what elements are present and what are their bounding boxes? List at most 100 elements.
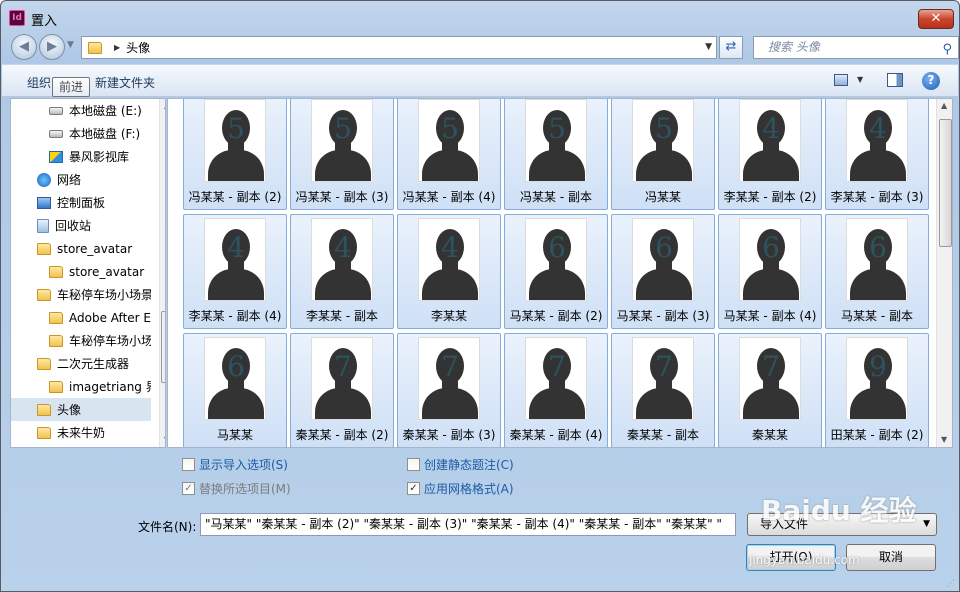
file-tile[interactable]: 4 李某某 xyxy=(397,214,501,329)
scroll-up-icon[interactable]: ▲ xyxy=(164,101,165,110)
file-name-label: 秦某某 - 副本 (2) xyxy=(295,428,389,442)
create-static-caption-checkbox[interactable]: 创建静态题注(C) xyxy=(407,456,514,473)
thumbnail-number: 6 xyxy=(869,231,887,264)
new-folder-button[interactable]: 新建文件夹 xyxy=(95,74,155,91)
file-tile[interactable]: 6 马某某 - 副本 (3) xyxy=(611,214,715,329)
file-tile[interactable]: 6 马某某 - 副本 (2) xyxy=(504,214,608,329)
thumbnail-number: 7 xyxy=(334,350,352,383)
file-tile[interactable]: 4 李某某 - 副本 (2) xyxy=(718,99,822,210)
resize-grip-icon[interactable]: ⋰ xyxy=(946,580,955,589)
tree-item[interactable]: store_avatar xyxy=(11,237,151,260)
file-list-scrollbar[interactable]: ▲ ▼ xyxy=(936,99,952,447)
tree-item[interactable]: imagetriang 界 xyxy=(11,375,151,398)
view-dropdown-icon[interactable]: ▼ xyxy=(857,75,863,84)
file-tile[interactable]: 7 秦某某 - 副本 (4) xyxy=(504,333,608,447)
thumbnail-number: 4 xyxy=(762,112,780,145)
folder-icon xyxy=(49,311,63,324)
apply-grid-format-checkbox[interactable]: ✓ 应用网格格式(A) xyxy=(407,480,514,497)
address-dropdown-icon[interactable]: ▼ xyxy=(705,42,712,52)
folder-icon xyxy=(37,426,51,439)
tree-item[interactable]: 网络 xyxy=(11,168,151,191)
file-tile[interactable]: 5 冯某某 - 副本 xyxy=(504,99,608,210)
tree-item[interactable]: 暴风影视库 xyxy=(11,145,151,168)
silhouette-body xyxy=(422,150,478,181)
close-button[interactable]: ✕ xyxy=(918,9,954,29)
tree-item[interactable]: 车秘停车场小场景 xyxy=(11,329,151,352)
thumbnail-number: 7 xyxy=(548,350,566,383)
file-tile[interactable]: 9 田某某 - 副本 (2) xyxy=(825,333,929,447)
checkbox-box[interactable] xyxy=(407,458,420,471)
tree-item[interactable]: 回收站 xyxy=(11,214,151,237)
thumbnail-number: 7 xyxy=(762,350,780,383)
navigation-pane: 本地磁盘 (E:) 本地磁盘 (F:) 暴风影视库网络控制面板回收站 store_av… xyxy=(10,98,166,448)
forward-button[interactable]: ▶ xyxy=(39,34,65,60)
file-tile[interactable]: 7 秦某某 - 副本 (2) xyxy=(290,333,394,447)
tree-scroll-thumb[interactable] xyxy=(161,311,165,383)
file-tile[interactable]: 4 李某某 - 副本 (4) xyxy=(183,214,287,329)
portrait-thumbnail: 5 xyxy=(418,99,480,182)
show-import-options-checkbox[interactable]: 显示导入选项(S) xyxy=(182,456,288,473)
tree-item[interactable]: 车秘停车场小场景 xyxy=(11,283,151,306)
tree-item[interactable]: 二次元生成器 xyxy=(11,352,151,375)
tree-scrollbar[interactable]: ▲ ▼ xyxy=(159,99,165,447)
portrait-thumbnail: 4 xyxy=(739,99,801,182)
address-bar[interactable]: ▶ 头像 ▼ xyxy=(81,36,717,59)
file-tile[interactable]: 4 李某某 - 副本 (3) xyxy=(825,99,929,210)
file-tile[interactable]: 7 秦某某 - 副本 (3) xyxy=(397,333,501,447)
view-options-icon[interactable] xyxy=(834,74,848,86)
file-tile[interactable]: 5 冯某某 xyxy=(611,99,715,210)
file-tile[interactable]: 7 秦某某 xyxy=(718,333,822,447)
file-tile[interactable]: 5 冯某某 - 副本 (4) xyxy=(397,99,501,210)
file-name-label: 秦某某 xyxy=(751,428,788,442)
file-tile[interactable]: 6 马某某 xyxy=(183,333,287,447)
tree-item-label: store_avatar xyxy=(57,241,133,256)
tree-item[interactable]: 头像 xyxy=(11,398,151,421)
history-dropdown-icon[interactable]: ▼ xyxy=(67,40,74,50)
file-tile[interactable]: 6 马某某 - 副本 (4) xyxy=(718,214,822,329)
search-icon[interactable]: ⚲ xyxy=(942,39,952,60)
tree-item[interactable]: 本地磁盘 (E:) xyxy=(11,99,151,122)
file-tile[interactable]: 7 秦某某 - 副本 xyxy=(611,333,715,447)
search-input[interactable]: 搜索 头像 ⚲ xyxy=(753,36,959,59)
file-tile[interactable]: 5 冯某某 - 副本 (2) xyxy=(183,99,287,210)
breadcrumb-current-folder[interactable]: 头像 xyxy=(126,39,150,56)
silhouette-body xyxy=(529,269,585,300)
preview-pane-icon[interactable] xyxy=(887,73,903,87)
tree-item-label: 网络 xyxy=(57,173,82,187)
network-icon xyxy=(37,172,51,187)
scroll-down-icon[interactable]: ▼ xyxy=(164,435,165,444)
file-tile[interactable]: 5 冯某某 - 副本 (3) xyxy=(290,99,394,210)
navigation-bar: ◀ ▶ ▼ ▶ 头像 ▼ ⇄ 搜索 头像 ⚲ xyxy=(9,34,959,60)
portrait-thumbnail: 6 xyxy=(632,218,694,301)
tree-item[interactable]: Adobe After Effects xyxy=(11,306,151,329)
tree-item-label: store_avatar xyxy=(69,264,145,279)
portrait-thumbnail: 7 xyxy=(418,337,480,420)
breadcrumb-chevron-icon[interactable]: ▶ xyxy=(114,43,120,52)
scroll-down-icon[interactable]: ▼ xyxy=(941,435,947,444)
back-button[interactable]: ◀ xyxy=(11,34,37,60)
file-tile[interactable]: 6 马某某 - 副本 xyxy=(825,214,929,329)
file-tile[interactable]: 4 李某某 - 副本 xyxy=(290,214,394,329)
checkbox-label[interactable]: 创建静态题注(C) xyxy=(424,456,514,473)
tree-item[interactable]: 控制面板 xyxy=(11,191,151,214)
file-list-scroll-thumb[interactable] xyxy=(939,119,952,247)
checkbox-box[interactable]: ✓ xyxy=(407,482,420,495)
thumbnail-number: 6 xyxy=(227,350,245,383)
tree-item[interactable]: 未来牛奶 xyxy=(11,421,151,444)
silhouette-body xyxy=(422,269,478,300)
refresh-button[interactable]: ⇄ xyxy=(719,36,743,59)
tree-item-label: 本地磁盘 (F:) xyxy=(69,127,141,141)
checkbox-label[interactable]: 应用网格格式(A) xyxy=(424,480,514,497)
tree-item[interactable]: store_avatar xyxy=(11,260,151,283)
organize-menu[interactable]: 组织 xyxy=(27,74,51,91)
help-icon[interactable]: ? xyxy=(922,72,940,90)
portrait-thumbnail: 7 xyxy=(739,337,801,420)
checkbox-box[interactable] xyxy=(182,458,195,471)
checkbox-label[interactable]: 显示导入选项(S) xyxy=(199,456,288,473)
silhouette-body xyxy=(636,388,692,419)
scroll-up-icon[interactable]: ▲ xyxy=(941,101,947,110)
filename-input[interactable]: "马某某" "秦某某 - 副本 (2)" "秦某某 - 副本 (3)" "秦某某… xyxy=(200,513,736,536)
thumbnail-number: 5 xyxy=(227,112,245,145)
tree-item-label: 控制面板 xyxy=(57,196,106,210)
tree-item[interactable]: 本地磁盘 (F:) xyxy=(11,122,151,145)
